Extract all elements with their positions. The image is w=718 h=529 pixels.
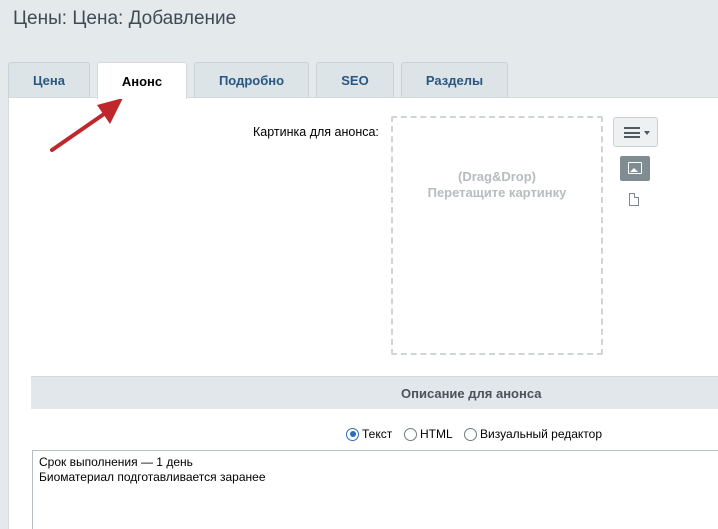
chevron-down-icon <box>644 131 650 135</box>
description-line: Срок выполнения — 1 день <box>39 455 193 469</box>
format-radio-visual-editor[interactable]: Визуальный редактор <box>464 427 602 441</box>
announce-description-title: Описание для анонса <box>401 386 542 401</box>
image-menu-button[interactable] <box>613 117 658 147</box>
page-title: Цены: Цена: Добавление <box>13 8 237 29</box>
format-radio-text-label: Текст <box>362 427 393 441</box>
format-radio-text[interactable]: Текст <box>346 427 392 441</box>
announce-description-textarea[interactable]: Срок выполнения — 1 день Биоматериал под… <box>32 450 718 529</box>
arrow-annotation-icon <box>50 98 123 152</box>
tab-price-label: Цена <box>33 73 65 88</box>
tab-sections-label: Разделы <box>425 73 484 88</box>
tab-details-label: Подробно <box>218 73 285 88</box>
menu-icon <box>624 127 640 138</box>
announce-description-header: Описание для анонса <box>31 376 718 409</box>
image-icon[interactable] <box>620 156 650 181</box>
tab-seo-label: SEO <box>341 73 369 88</box>
dropzone-hint-drag-picture: Перетащите картинку <box>427 185 567 200</box>
tab-sections[interactable]: Разделы <box>401 62 508 98</box>
tab-seo[interactable]: SEO <box>316 62 394 98</box>
tab-announce-label: Анонс <box>121 73 163 89</box>
image-dropzone[interactable]: (Drag&Drop) Перетащите картинку <box>391 116 603 355</box>
file-icon[interactable] <box>629 193 639 206</box>
dropzone-hint-dragdrop: (Drag&Drop) <box>458 169 536 184</box>
radio-checked-icon <box>346 427 359 441</box>
description-line: Биоматериал подготавливается заранее <box>39 470 266 484</box>
tab-announce[interactable]: Анонс <box>97 62 187 99</box>
format-radio-html-label: HTML <box>420 427 453 441</box>
format-radio-visual-editor-label: Визуальный редактор <box>480 427 603 441</box>
radio-unchecked-icon <box>404 427 417 441</box>
preview-image-label: Картинка для анонса: <box>253 125 379 139</box>
radio-unchecked-icon <box>464 427 477 441</box>
tab-details[interactable]: Подробно <box>194 62 309 98</box>
format-radio-html[interactable]: HTML <box>404 427 453 441</box>
